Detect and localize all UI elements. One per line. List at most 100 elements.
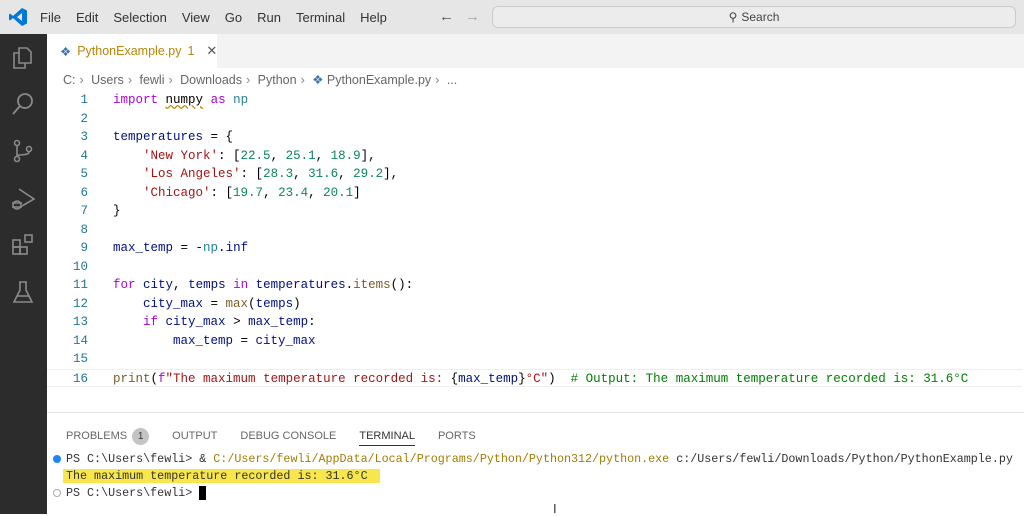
code-token: } — [113, 204, 121, 219]
code-line[interactable]: 9 max_temp = -np.inf — [47, 239, 1022, 258]
line-number: 5 — [80, 167, 88, 182]
title-bar: File Edit Selection View Go Run Terminal… — [0, 0, 1024, 34]
breadcrumb-item[interactable]: PythonExample.py — [327, 73, 431, 87]
line-number: 7 — [80, 204, 88, 219]
forward-arrow-icon[interactable]: → — [465, 8, 480, 25]
code-token: ) — [548, 371, 571, 386]
code-line[interactable]: 14 max_temp = city_max — [47, 332, 1022, 351]
code-editor[interactable]: 1 import numpy as np 2 3 temperatures = {4 '… — [47, 90, 1024, 400]
menu-terminal[interactable]: Terminal — [296, 10, 345, 25]
breadcrumb-item[interactable]: fewli — [139, 73, 164, 87]
search-box[interactable]: ⚲ Search — [492, 6, 1016, 28]
menu-file[interactable]: File — [40, 10, 61, 25]
breadcrumb-item[interactable]: Users — [91, 73, 124, 87]
search-label: Search — [741, 10, 780, 24]
breadcrumb-item[interactable]: Downloads — [180, 73, 242, 87]
tab-debug-console[interactable]: DEBUG CONSOLE — [240, 426, 336, 446]
code-line[interactable]: 6 'Chicago': [19.7, 23.4, 20.1] — [47, 184, 1022, 203]
tab-output[interactable]: OUTPUT — [172, 426, 217, 446]
breadcrumb-item[interactable]: C: — [63, 73, 76, 87]
code-line[interactable]: 10 — [47, 258, 1022, 277]
code-token: "The maximum temperature recorded is: — [165, 371, 451, 386]
code-token: 'Chicago' — [143, 185, 211, 200]
explorer-icon[interactable] — [10, 45, 36, 71]
menu-view[interactable]: View — [182, 10, 210, 25]
breadcrumb-item[interactable]: Python — [258, 73, 297, 87]
menu-edit[interactable]: Edit — [76, 10, 98, 25]
code-token: { — [450, 371, 459, 386]
tab-problem-count: 1 — [187, 44, 195, 58]
line-number: 3 — [80, 130, 88, 145]
tab-problems[interactable]: PROBLEMS 1 — [66, 426, 150, 446]
source-control-icon[interactable] — [10, 138, 36, 164]
tab-ports[interactable]: PORTS — [438, 426, 476, 446]
code-token: : [ — [240, 167, 264, 182]
tab-label: DEBUG CONSOLE — [240, 430, 337, 442]
testing-flask-icon[interactable] — [10, 279, 36, 305]
code-token: if — [143, 315, 159, 330]
code-token: 22.5 — [240, 148, 271, 163]
code-line[interactable]: 15 — [47, 350, 1022, 369]
line-number: 16 — [72, 371, 88, 386]
chevron-right-icon: › — [79, 73, 84, 87]
back-arrow-icon[interactable]: ← — [439, 8, 454, 25]
extensions-icon[interactable] — [10, 232, 36, 258]
code-token: items — [353, 278, 391, 293]
tab-terminal[interactable]: TERMINAL — [359, 426, 415, 446]
tab-python-example[interactable]: ❖ PythonExample.py 1 ✕ — [47, 34, 217, 68]
terminal[interactable]: PS C:\Users\fewli> & C:/Users/fewli/AppD… — [47, 451, 1022, 502]
menu-selection[interactable]: Selection — [113, 10, 166, 25]
code-token: numpy — [165, 93, 204, 107]
search-icon[interactable] — [10, 91, 36, 117]
breadcrumb-item[interactable]: ... — [447, 73, 457, 87]
code-line[interactable]: 16 print(f"The maximum temperature record… — [47, 368, 1022, 388]
menu-help[interactable]: Help — [360, 10, 387, 25]
vscode-logo-icon — [0, 0, 36, 34]
code-line[interactable]: 5 'Los Angeles': [28.3, 31.6, 29.2], — [47, 165, 1022, 184]
menu-run[interactable]: Run — [257, 10, 281, 25]
code-line[interactable]: 13 if city_max > max_temp: — [47, 313, 1022, 332]
code-token: : [ — [210, 185, 234, 200]
code-line[interactable]: 2 — [47, 110, 1022, 129]
code-line[interactable]: 1 import numpy as np — [47, 91, 1022, 110]
code-token: 29.2 — [353, 167, 384, 182]
code-token: } — [518, 371, 526, 386]
code-line[interactable]: 11 for city, temps in temperatures.items(… — [47, 276, 1022, 295]
menu-go[interactable]: Go — [225, 10, 242, 25]
code-token: max_temp — [113, 241, 174, 256]
close-icon[interactable]: ✕ — [206, 43, 217, 59]
line-number: 2 — [80, 111, 88, 126]
code-token: ] — [353, 185, 361, 200]
code-token: > — [225, 315, 249, 330]
problems-badge: 1 — [132, 427, 150, 445]
prompt: PS C:\Users\fewli> & — [66, 452, 214, 466]
code-line[interactable]: 12 city_max = max(temps) — [47, 295, 1022, 314]
code-line[interactable]: 3 temperatures = { — [47, 128, 1022, 147]
code-token: 23.4 — [278, 185, 309, 200]
python-file-icon: ❖ — [312, 73, 324, 87]
code-line[interactable]: 7} — [47, 202, 1022, 221]
code-token: max_temp — [458, 371, 519, 386]
code-token: city_max — [143, 296, 204, 311]
run-debug-icon[interactable] — [10, 186, 36, 212]
terminal-prompt-line: PS C:\Users\fewli> — [47, 485, 1022, 502]
code-token: import — [113, 93, 159, 107]
code-token: = { — [203, 130, 234, 145]
code-token: max_temp — [173, 333, 234, 348]
editor-tabs: ❖ PythonExample.py 1 ✕ — [47, 34, 1024, 68]
code-line[interactable]: 4 'New York': [22.5, 25.1, 18.9], — [47, 147, 1022, 166]
code-line[interactable]: 8 — [47, 221, 1022, 240]
code-token: city_max — [165, 315, 226, 330]
code-token: , — [308, 185, 324, 200]
bottom-panel: PROBLEMS 1 OUTPUT DEBUG CONSOLE TERMINAL … — [47, 412, 1024, 516]
code-token: . — [218, 241, 226, 256]
code-token: = — [233, 333, 256, 348]
tab-label: TERMINAL — [359, 429, 415, 442]
